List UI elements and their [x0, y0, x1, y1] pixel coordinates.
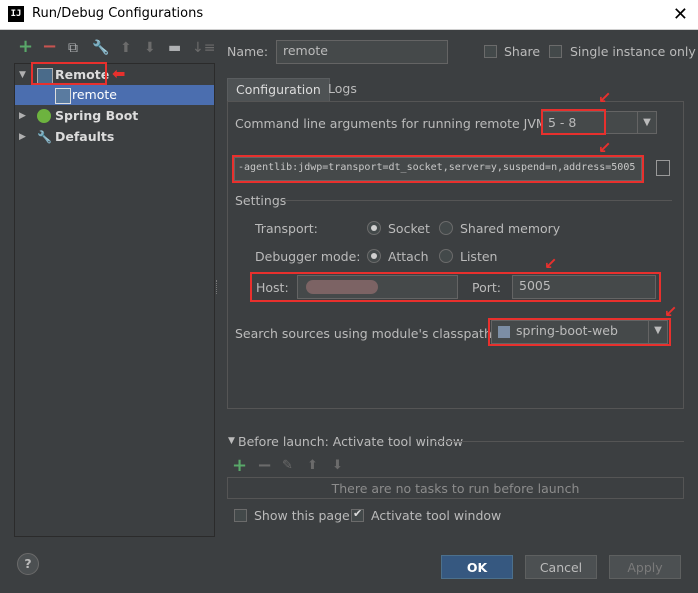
- annotation-box-jvm-version: [541, 109, 606, 135]
- collapsed-arrow-icon: ▶: [19, 111, 26, 121]
- tree-item-defaults[interactable]: ▶ 🔧 Defaults: [15, 127, 214, 147]
- move-down-icon[interactable]: ⬇: [144, 40, 156, 56]
- before-launch-divider: [434, 441, 684, 442]
- activate-tool-window-label: Activate tool window: [371, 508, 502, 523]
- tree-item-label: remote: [72, 87, 117, 102]
- settings-title: Settings: [235, 193, 287, 208]
- checkmark-icon: ✔: [353, 507, 363, 520]
- edit-task-icon[interactable]: ✎: [282, 458, 293, 473]
- collapse-arrow-icon[interactable]: ▼: [228, 436, 235, 446]
- annotation-arrow-icon: ↙: [664, 302, 678, 321]
- debugger-mode-label: Debugger mode:: [255, 249, 361, 264]
- title-bar: IJ Run/Debug Configurations ✕: [0, 0, 698, 30]
- move-up-icon[interactable]: ⬆: [120, 40, 132, 56]
- expanded-arrow-icon: ▼: [19, 70, 26, 80]
- annotation-arrow-icon: ↙: [598, 138, 612, 157]
- single-instance-label: Single instance only: [570, 44, 696, 59]
- help-button[interactable]: ?: [17, 553, 39, 575]
- annotation-arrow-icon: ⬅: [112, 64, 126, 83]
- remove-configuration-icon[interactable]: −: [42, 36, 57, 57]
- move-task-up-icon[interactable]: ⬆: [307, 458, 318, 473]
- module-classpath-label: Search sources using module's classpath:: [235, 326, 497, 341]
- annotation-box-module: [488, 318, 671, 346]
- wrench-icon: 🔧: [37, 130, 52, 144]
- cmdline-label: Command line arguments for running remot…: [235, 116, 547, 131]
- tree-item-spring-boot[interactable]: ▶ Spring Boot: [15, 106, 214, 126]
- tab-configuration[interactable]: Configuration: [227, 78, 330, 101]
- configuration-tree: ▼ Remote remote ▶ Spring Boot ▶ 🔧 Defaul…: [14, 63, 215, 537]
- annotation-box-host-port: [250, 272, 661, 302]
- transport-label: Transport:: [255, 221, 318, 236]
- activate-tool-window-checkbox[interactable]: ✔: [351, 507, 364, 522]
- copy-configuration-icon[interactable]: ⧉: [68, 40, 78, 56]
- annotation-arrow-icon: ↙: [598, 88, 612, 107]
- transport-socket-radio[interactable]: [367, 221, 381, 235]
- folder-icon[interactable]: ▬: [168, 40, 181, 56]
- settings-divider: [282, 200, 672, 201]
- share-label: Share: [504, 44, 541, 59]
- tab-logs[interactable]: Logs: [320, 78, 365, 100]
- splitter-handle[interactable]: [216, 280, 219, 294]
- tree-item-remote[interactable]: remote: [15, 85, 214, 105]
- cancel-button[interactable]: Cancel: [525, 555, 597, 579]
- add-task-icon[interactable]: +: [232, 455, 247, 476]
- show-this-page-checkbox[interactable]: [234, 509, 247, 522]
- debugger-listen-radio[interactable]: [439, 249, 453, 263]
- name-input[interactable]: remote: [276, 40, 448, 64]
- add-configuration-icon[interactable]: +: [18, 36, 33, 57]
- tree-item-label: Defaults: [55, 129, 115, 144]
- single-instance-checkbox[interactable]: [549, 45, 562, 58]
- show-this-page-label: Show this page: [254, 508, 350, 523]
- transport-shared-radio[interactable]: [439, 221, 453, 235]
- name-label: Name:: [227, 44, 269, 59]
- annotation-box-cmdline: [232, 155, 644, 183]
- share-checkbox[interactable]: [484, 45, 497, 58]
- before-launch-task-list: There are no tasks to run before launch: [227, 477, 684, 499]
- spring-boot-icon: [37, 109, 51, 123]
- copy-to-clipboard-icon[interactable]: [656, 160, 670, 176]
- remove-task-icon[interactable]: −: [257, 455, 272, 476]
- remote-config-icon: [55, 88, 71, 104]
- collapsed-arrow-icon: ▶: [19, 132, 26, 142]
- intellij-app-icon: IJ: [8, 6, 24, 22]
- apply-button[interactable]: Apply: [609, 555, 681, 579]
- debugger-listen-label: Listen: [460, 249, 498, 264]
- ok-button[interactable]: OK: [441, 555, 513, 579]
- transport-socket-label: Socket: [388, 221, 430, 236]
- close-icon[interactable]: ✕: [673, 4, 688, 25]
- chevron-down-icon: ▼: [637, 112, 656, 133]
- window-title: Run/Debug Configurations: [32, 6, 204, 21]
- before-launch-title: Before launch: Activate tool window: [238, 434, 464, 449]
- debugger-attach-radio[interactable]: [367, 249, 381, 263]
- move-task-down-icon[interactable]: ⬇: [332, 458, 343, 473]
- annotation-box-remote: [31, 62, 107, 85]
- edit-defaults-wrench-icon[interactable]: 🔧: [92, 40, 109, 56]
- annotation-arrow-icon: ↙: [544, 254, 558, 273]
- transport-shared-label: Shared memory: [460, 221, 561, 236]
- tree-item-label: Spring Boot: [55, 108, 139, 123]
- debugger-attach-label: Attach: [388, 249, 429, 264]
- sort-icon[interactable]: ↓≡: [192, 40, 215, 56]
